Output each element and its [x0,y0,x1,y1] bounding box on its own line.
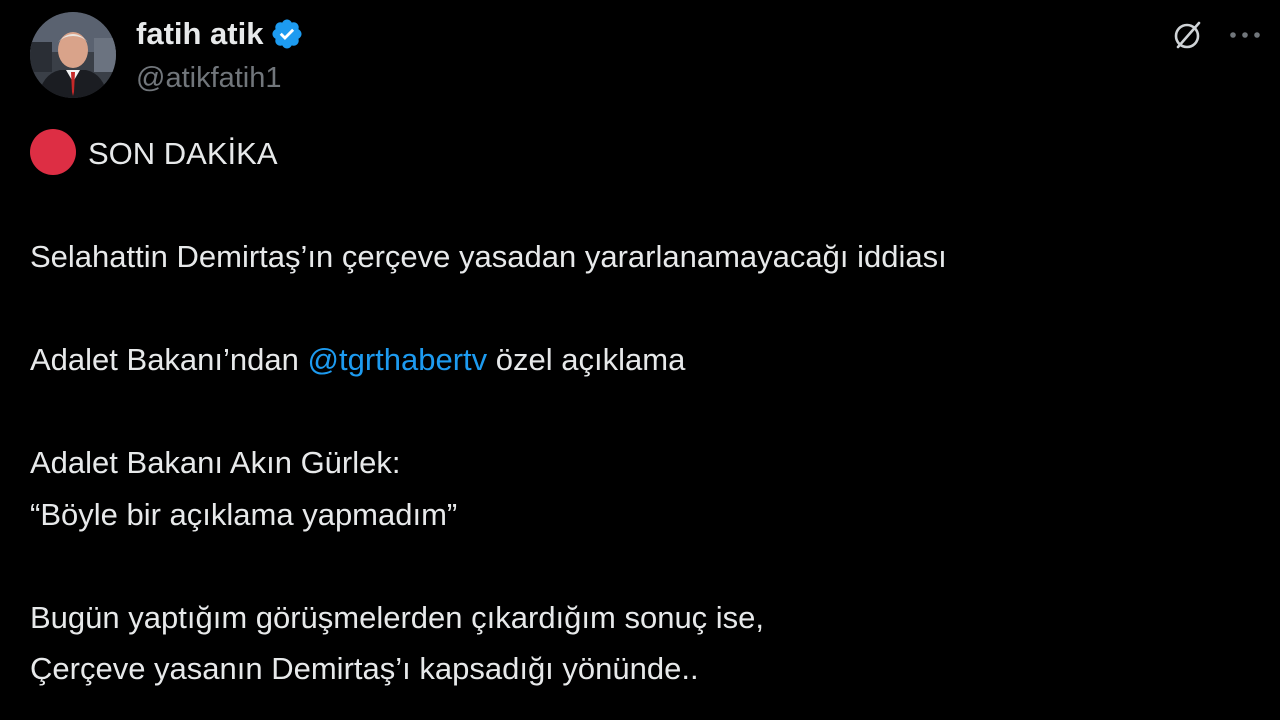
tweet-line-2-after: özel açıklama [487,342,686,377]
grok-slash-circle-icon[interactable] [1164,12,1210,58]
tweet-header: fatih atik @atikfatih1 [30,12,304,98]
verified-badge-icon[interactable] [270,17,304,51]
mention-link[interactable]: @tgrthabertv [308,342,488,377]
tweet-line-1: Selahattin Demirtaş’ın çerçeve yasadan y… [30,239,947,274]
tweet-line-2-before: Adalet Bakanı’ndan [30,342,308,377]
avatar-photo [30,12,116,98]
display-name[interactable]: fatih atik [136,16,263,52]
handle[interactable]: @atikfatih1 [136,60,304,96]
tweet-line-2: Adalet Bakanı’ndan @tgrthabertv özel açı… [30,334,1250,386]
tweet-actions-top [1152,12,1268,58]
avatar[interactable] [30,12,116,98]
author-info: fatih atik @atikfatih1 [136,12,304,96]
breaking-news-line: SON DAKİKA [30,128,1250,180]
tweet-line-5: Bugün yaptığım görüşmelerden çıkardığım … [30,599,765,635]
tweet-line-6: Çerçeve yasanın Demirtaş’ı kapsadığı yön… [30,651,699,686]
tweet-line-4: “Böyle bir açıklama yapmadım” [30,496,458,532]
tweet: fatih atik @atikfatih1 SON DAKİKA Selaha… [0,0,1280,720]
name-row: fatih atik [136,16,304,52]
tweet-line-3: Adalet Bakanı Akın Gürlek: [30,445,401,480]
breaking-label: SON DAKİKA [88,136,278,171]
tweet-text: SON DAKİKA Selahattin Demirtaş’ın çerçev… [30,128,1250,695]
more-horizontal-icon[interactable] [1222,12,1268,58]
red-circle-icon [30,129,76,175]
